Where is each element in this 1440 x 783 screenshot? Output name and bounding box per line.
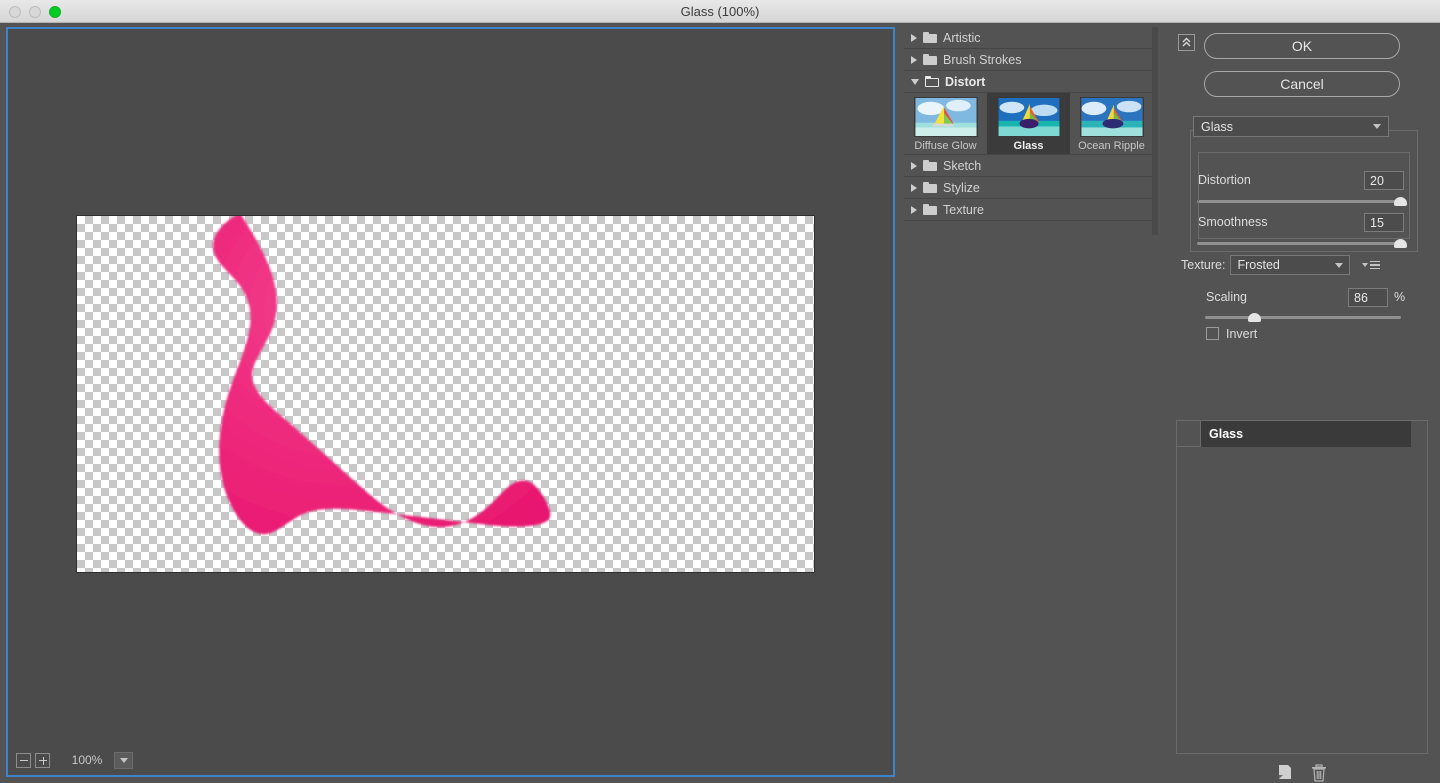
chevron-down-icon	[1373, 124, 1381, 129]
folder-open-icon	[925, 76, 939, 87]
category-row-brush-strokes[interactable]: Brush Strokes	[904, 49, 1153, 71]
filter-thumbnail	[996, 97, 1061, 137]
texture-dropdown[interactable]: Frosted	[1230, 255, 1351, 275]
texture-flyout-menu-button[interactable]	[1358, 260, 1385, 270]
texture-group	[1198, 152, 1410, 239]
texture-label: Texture:	[1176, 258, 1231, 272]
invert-label: Invert	[1226, 327, 1258, 341]
chevron-right-icon	[911, 55, 917, 64]
scaling-input[interactable]: 86	[1348, 288, 1388, 307]
chevron-down-icon	[1335, 262, 1344, 268]
filter-name-value: Glass	[1201, 119, 1233, 134]
chevron-right-icon	[911, 183, 917, 192]
scaling-unit: %	[1394, 290, 1406, 304]
filter-name-dropdown[interactable]: Glass	[1193, 116, 1389, 137]
folder-icon	[923, 182, 937, 193]
chevron-right-icon	[911, 33, 917, 42]
filter-list-scrollbar[interactable]	[1152, 27, 1158, 235]
filter-category-panel: Artistic Brush Strokes Distort Diffuse G…	[901, 27, 1163, 777]
window-title: Glass (100%)	[680, 4, 760, 19]
layer-visibility-toggle[interactable]	[1177, 421, 1201, 447]
new-layer-icon	[1279, 765, 1291, 779]
scaling-slider-thumb[interactable]	[1248, 313, 1261, 322]
filter-item-glass[interactable]: Glass	[987, 93, 1070, 154]
folder-icon	[923, 32, 937, 43]
pink-shape-artwork	[213, 216, 551, 535]
category-label: Stylize	[943, 180, 980, 195]
new-effect-layer-button[interactable]	[1277, 764, 1293, 783]
zoom-in-button[interactable]	[35, 752, 50, 768]
zoom-out-button[interactable]	[16, 752, 31, 768]
category-row-sketch[interactable]: Sketch	[904, 155, 1153, 177]
category-row-texture[interactable]: Texture	[904, 199, 1153, 221]
category-row-stylize[interactable]: Stylize	[904, 177, 1153, 199]
smoothness-slider-thumb[interactable]	[1393, 239, 1407, 248]
category-label: Artistic	[943, 30, 981, 45]
filter-label: Diffuse Glow	[914, 140, 977, 152]
layer-row-spacer	[1411, 421, 1427, 447]
filter-item-diffuse-glow[interactable]: Diffuse Glow	[904, 93, 987, 154]
effect-layer-row[interactable]: Glass	[1177, 421, 1427, 447]
folder-icon	[923, 54, 937, 65]
settings-panel: OK Cancel Glass Distortion 20 Smoothness…	[1168, 27, 1436, 782]
effect-layer-stack: Glass	[1176, 420, 1428, 754]
cancel-button[interactable]: Cancel	[1204, 71, 1400, 97]
filter-item-ocean-ripple[interactable]: Ocean Ripple	[1070, 93, 1153, 154]
filter-label: Ocean Ripple	[1078, 140, 1145, 152]
preview-pane[interactable]: 100%	[6, 27, 895, 777]
zoom-level-value: 100%	[71, 753, 103, 767]
effect-stack-toolbar	[1176, 762, 1428, 783]
menu-lines-icon	[1370, 260, 1381, 270]
filter-label: Glass	[1013, 140, 1044, 152]
zoom-toolbar: 100%	[16, 751, 133, 769]
category-label: Brush Strokes	[943, 52, 1022, 67]
ok-button-label: OK	[1291, 38, 1313, 54]
folder-icon	[923, 160, 937, 171]
category-label: Distort	[945, 74, 986, 89]
chevron-down-icon	[119, 757, 128, 763]
scaling-slider-track[interactable]	[1205, 313, 1401, 322]
triangle-down-icon	[1362, 263, 1369, 267]
zoom-presets-dropdown[interactable]	[114, 751, 133, 769]
ok-button[interactable]: OK	[1204, 33, 1400, 59]
layer-name: Glass	[1201, 421, 1411, 447]
category-label: Sketch	[943, 158, 982, 173]
filter-thumbnail	[913, 97, 978, 137]
category-label: Texture	[943, 202, 984, 217]
double-chevron-up-icon	[1182, 37, 1191, 47]
folder-icon	[923, 204, 937, 215]
collapse-panel-button[interactable]	[1178, 34, 1195, 51]
cancel-button-label: Cancel	[1280, 76, 1324, 92]
filter-category-list: Artistic Brush Strokes Distort Diffuse G…	[904, 27, 1153, 221]
invert-checkbox[interactable]	[1206, 327, 1219, 340]
filter-gallery-window: Glass (100%) 100% Artistic Brush Strokes…	[0, 0, 1440, 783]
image-canvas[interactable]	[76, 215, 815, 573]
filter-thumbnail	[1079, 97, 1144, 137]
texture-value: Frosted	[1237, 258, 1280, 272]
scaling-label: Scaling	[1206, 290, 1247, 304]
delete-effect-layer-button[interactable]	[1311, 763, 1327, 783]
category-row-artistic[interactable]: Artistic	[904, 27, 1153, 49]
smoothness-slider-track[interactable]	[1197, 239, 1407, 248]
trash-icon	[1312, 763, 1326, 782]
chevron-right-icon	[911, 161, 917, 170]
window-titlebar: Glass (100%)	[0, 0, 1440, 23]
category-row-distort[interactable]: Distort	[904, 71, 1153, 93]
chevron-right-icon	[911, 205, 917, 214]
chevron-down-icon	[911, 78, 919, 85]
distort-filter-thumbnails: Diffuse Glow Glass Ocean Ripple	[904, 93, 1153, 155]
